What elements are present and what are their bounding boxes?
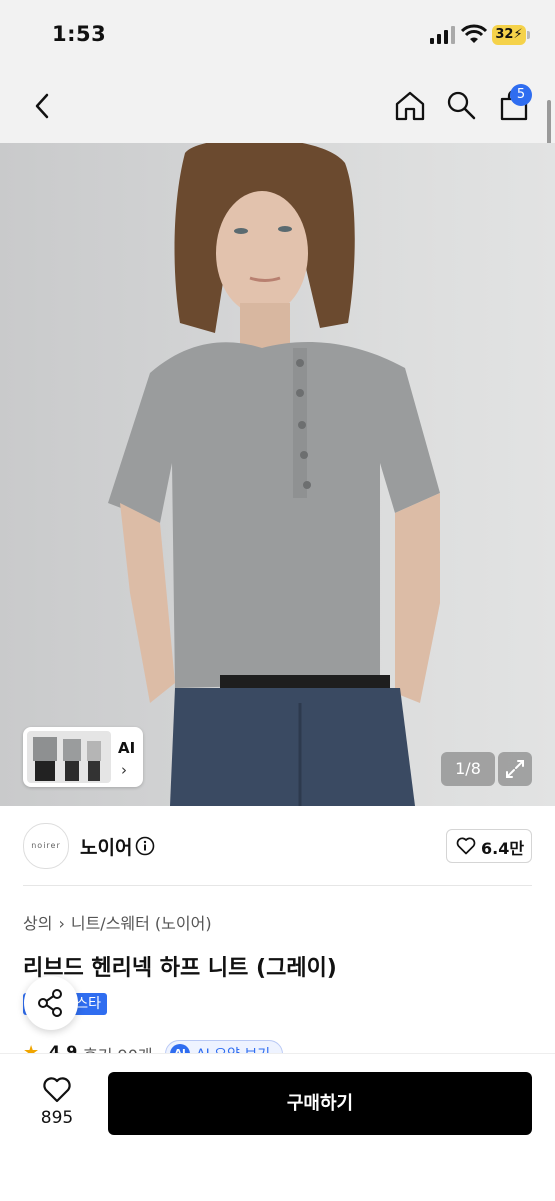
info-icon[interactable] — [135, 836, 155, 856]
breadcrumb-subcategory[interactable]: 니트/스웨터 (노이어) — [71, 914, 212, 933]
heart-icon — [43, 1077, 71, 1103]
battery-indicator: 32⚡ — [492, 25, 526, 45]
share-button[interactable] — [24, 976, 78, 1030]
battery-tip — [527, 31, 530, 39]
model-photo — [108, 143, 440, 806]
share-icon — [38, 989, 62, 1017]
chevron-right-icon: › — [121, 761, 127, 779]
home-icon — [395, 91, 425, 121]
ai-styling-card[interactable]: AI › — [23, 727, 143, 787]
brand-like-count: 6.4만 — [481, 839, 525, 858]
image-counter: 1/8 — [441, 752, 495, 786]
status-bar: 1:53 32⚡ — [0, 0, 555, 70]
battery-level: 32 — [495, 27, 514, 42]
back-button[interactable] — [24, 88, 60, 124]
top-nav — [0, 70, 555, 143]
chevron-left-icon — [35, 93, 49, 119]
cart-count-badge: 5 — [510, 84, 532, 106]
divider — [23, 885, 532, 886]
wifi-icon — [461, 24, 487, 43]
wishlist-button[interactable]: 895 — [30, 1072, 84, 1132]
ai-label: AI — [118, 739, 136, 757]
expand-button[interactable] — [498, 752, 532, 786]
buy-button[interactable]: 구매하기 — [108, 1072, 532, 1135]
search-icon — [447, 91, 476, 120]
signal-icon — [430, 26, 455, 44]
breadcrumb-category[interactable]: 상의 — [23, 914, 52, 933]
search-button[interactable] — [442, 86, 480, 124]
product-image[interactable] — [0, 143, 555, 806]
brand-logo-text: noirer — [31, 841, 61, 850]
brand-name[interactable]: 노이어 — [80, 833, 132, 860]
chevron-right-icon: › — [58, 914, 65, 933]
breadcrumb: 상의 › 니트/스웨터 (노이어) — [23, 910, 218, 934]
expand-icon — [506, 760, 524, 778]
heart-icon — [456, 837, 476, 855]
home-button[interactable] — [390, 86, 430, 126]
styling-thumbnail — [27, 731, 111, 783]
brand-like-button[interactable]: 6.4만 — [446, 829, 532, 863]
bottom-action-bar: 895 구매하기 — [0, 1053, 555, 1201]
wishlist-count: 895 — [40, 1108, 74, 1128]
brand-logo[interactable]: noirer — [23, 823, 69, 869]
status-time: 1:53 — [52, 22, 107, 46]
